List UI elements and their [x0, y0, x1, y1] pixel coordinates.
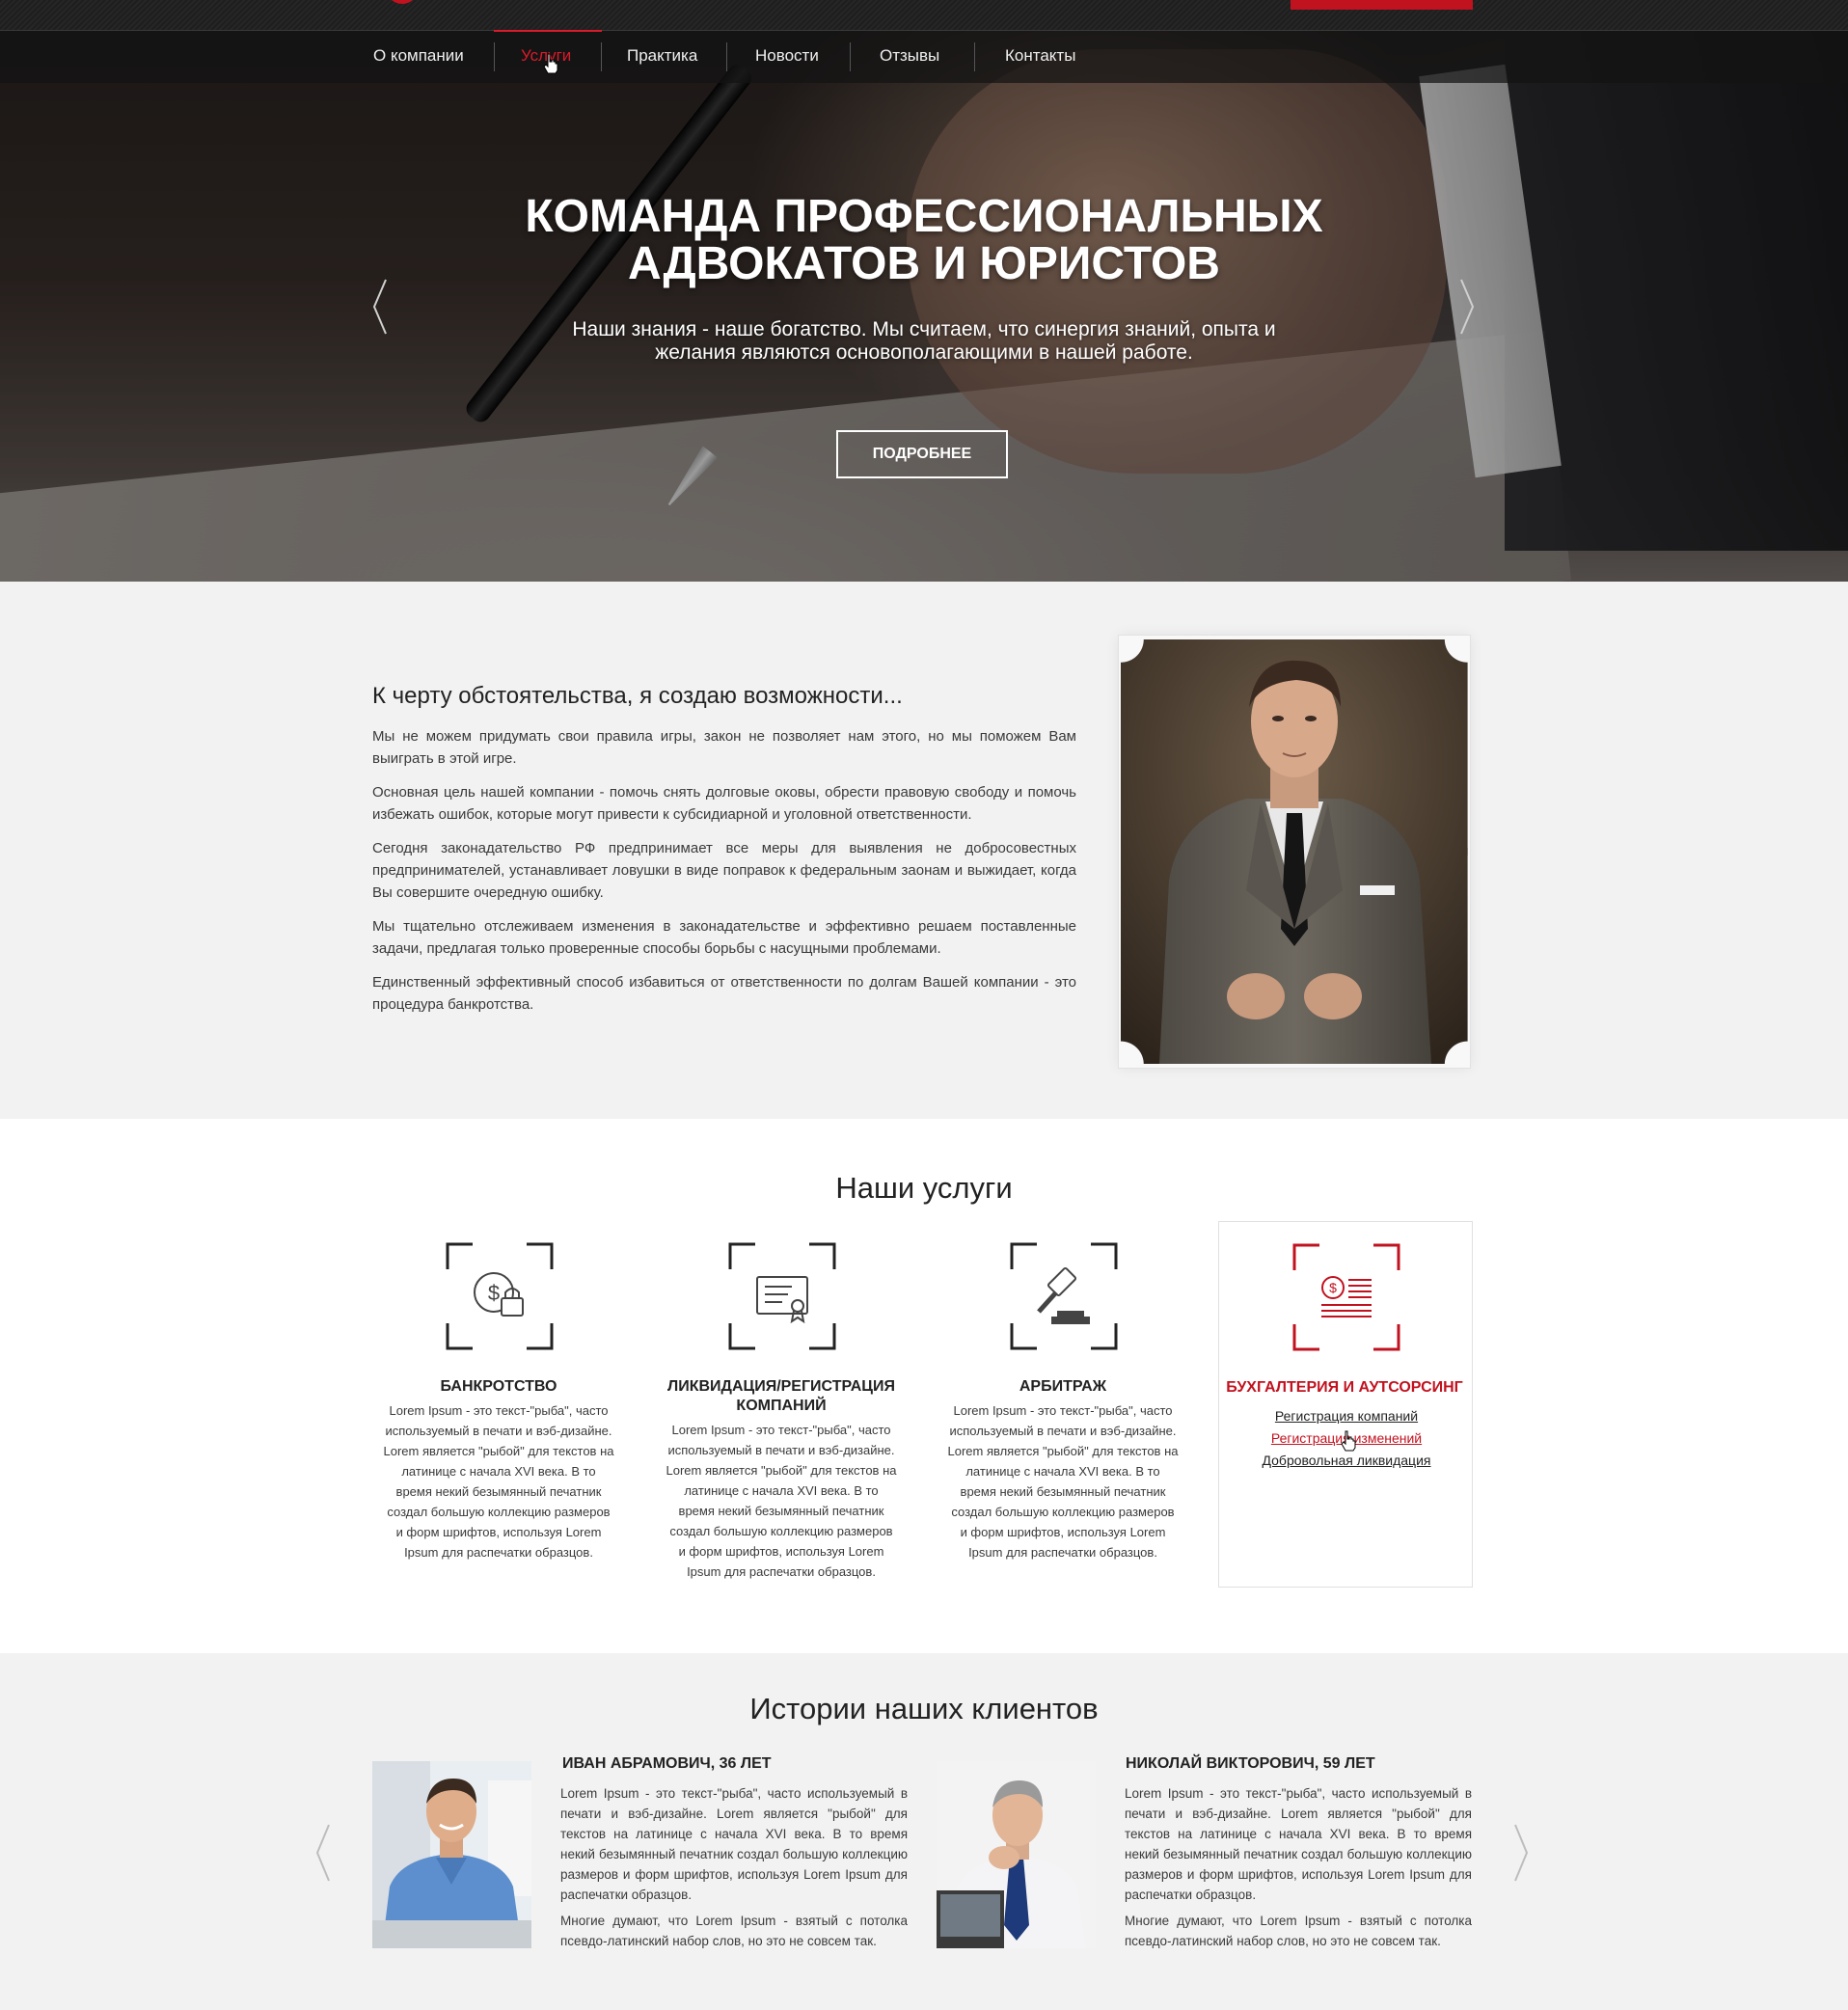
chevron-right-icon[interactable]: [1513, 1823, 1529, 1883]
client-story: Многие думают, что Lorem Ipsum - взятый …: [560, 1914, 908, 1948]
services-section: Наши услуги $ БАНКРОТСТВО Lorem Ipsum - …: [0, 1119, 1848, 1653]
service-card-arbitration[interactable]: АРБИТРАЖ Lorem Ipsum - это текст-"рыба",…: [937, 1221, 1189, 1588]
chevron-left-icon[interactable]: [315, 1823, 331, 1883]
svg-text:$: $: [488, 1281, 500, 1305]
service-title: ЛИКВИДАЦИЯ/РЕГИСТРАЦИЯ КОМПАНИЙ: [667, 1378, 895, 1414]
hero-subtitle-line: желания являются основополагающими в наш…: [655, 341, 1193, 364]
money-lock-icon: $: [446, 1242, 554, 1350]
hero-subtitle-line: Наши знания - наше богатство. Мы считаем…: [572, 318, 1276, 340]
nav-item-about[interactable]: О компании: [373, 31, 464, 83]
service-card-accounting[interactable]: $ БУХГАЛТЕРИЯ И АУТСОРСИНГ Регистрация к…: [1218, 1221, 1473, 1588]
nav-item-practice[interactable]: Практика: [627, 31, 697, 83]
nav-item-services[interactable]: Услуги: [521, 31, 571, 83]
about-section: К черту обстоятельства, я создаю возможн…: [0, 582, 1848, 1119]
about-paragraph: Основная цель нашей компании - помочь сн…: [372, 784, 1076, 823]
service-card-bankruptcy[interactable]: $ БАНКРОТСТВО Lorem Ipsum - это текст-"р…: [372, 1221, 625, 1588]
hero-subtitle: Наши знания - наше богатство. Мы считаем…: [490, 318, 1358, 365]
nav-item-contacts[interactable]: Контакты: [1005, 31, 1075, 83]
link-changes-registration[interactable]: Регистрация изменений: [1209, 1427, 1483, 1450]
client-name: НИКОЛАЙ ВИКТОРОВИЧ, 59 ЛЕТ: [1126, 1755, 1375, 1772]
client-story: Lorem Ipsum - это текст-"рыба", часто ис…: [1125, 1786, 1472, 1902]
nav-item-reviews[interactable]: Отзывы: [880, 31, 939, 83]
main-nav: О компании Услуги Практика Новости Отзыв…: [0, 30, 1848, 83]
hero-title-line: АДВОКАТОВ И ЮРИСТОВ: [628, 238, 1220, 289]
client-stories-section: Истории наших клиентов ИВАН АБРАМОВИЧ, 3…: [0, 1653, 1848, 2010]
about-paragraph: Сегодня законадательство РФ предпринимае…: [372, 840, 1076, 901]
about-paragraph: Мы не можем придумать свои правила игры,…: [372, 728, 1076, 767]
service-title: БУХГАЛТЕРИЯ И АУТСОРСИНГ: [1226, 1379, 1463, 1396]
chevron-left-icon[interactable]: [372, 278, 388, 336]
chevron-right-icon[interactable]: [1459, 278, 1475, 336]
service-description: Lorem Ipsum - это текст-"рыба", часто ис…: [666, 1423, 897, 1579]
about-paragraph: Единственный эффективный способ избавить…: [372, 974, 1076, 1013]
hero-title: КОМАНДА ПРОФЕССИОНАЛЬНЫХ АДВОКАТОВ И ЮРИ…: [442, 193, 1406, 287]
hero-content: КОМАНДА ПРОФЕССИОНАЛЬНЫХ АДВОКАТОВ И ЮРИ…: [0, 0, 1848, 582]
client-story: Многие думают, что Lorem Ipsum - взятый …: [1125, 1914, 1472, 1948]
about-paragraph: Мы тщательно отслеживаем изменения в зак…: [372, 918, 1076, 957]
accounting-document-icon: $: [1292, 1243, 1400, 1351]
client-photo: [372, 1761, 531, 1948]
client-name: ИВАН АБРАМОВИЧ, 36 ЛЕТ: [562, 1755, 772, 1772]
service-card-liquidation[interactable]: ЛИКВИДАЦИЯ/РЕГИСТРАЦИЯ КОМПАНИЙ Lorem Ip…: [655, 1221, 908, 1588]
link-company-registration[interactable]: Регистрация компаний: [1209, 1405, 1483, 1427]
nav-item-news[interactable]: Новости: [755, 31, 819, 83]
lawyer-portrait-frame: [1119, 636, 1470, 1068]
service-title: АРБИТРАЖ: [1019, 1378, 1107, 1395]
svg-text:$: $: [1329, 1280, 1337, 1295]
service-links: Регистрация компаний Регистрация изменен…: [1209, 1405, 1483, 1472]
gavel-icon: [1010, 1242, 1118, 1350]
services-title: Наши услуги: [835, 1171, 1013, 1205]
lawyer-portrait: [1121, 639, 1468, 1064]
service-description: Lorem Ipsum - это текст-"рыба", часто ис…: [383, 1403, 614, 1560]
link-voluntary-liquidation[interactable]: Добровольная ликвидация: [1209, 1450, 1483, 1472]
client-photo: [937, 1761, 1096, 1948]
client-story: Lorem Ipsum - это текст-"рыба", часто ис…: [560, 1786, 908, 1902]
stories-title: Истории наших клиентов: [749, 1692, 1099, 1725]
service-description: Lorem Ipsum - это текст-"рыба", часто ис…: [947, 1403, 1179, 1560]
certificate-icon: [728, 1242, 836, 1350]
service-title: БАНКРОТСТВО: [440, 1378, 557, 1395]
hero-title-line: КОМАНДА ПРОФЕССИОНАЛЬНЫХ: [525, 191, 1323, 242]
more-button[interactable]: ПОДРОБНЕЕ: [836, 430, 1008, 478]
about-title: К черту обстоятельства, я создаю возможн…: [372, 683, 903, 709]
